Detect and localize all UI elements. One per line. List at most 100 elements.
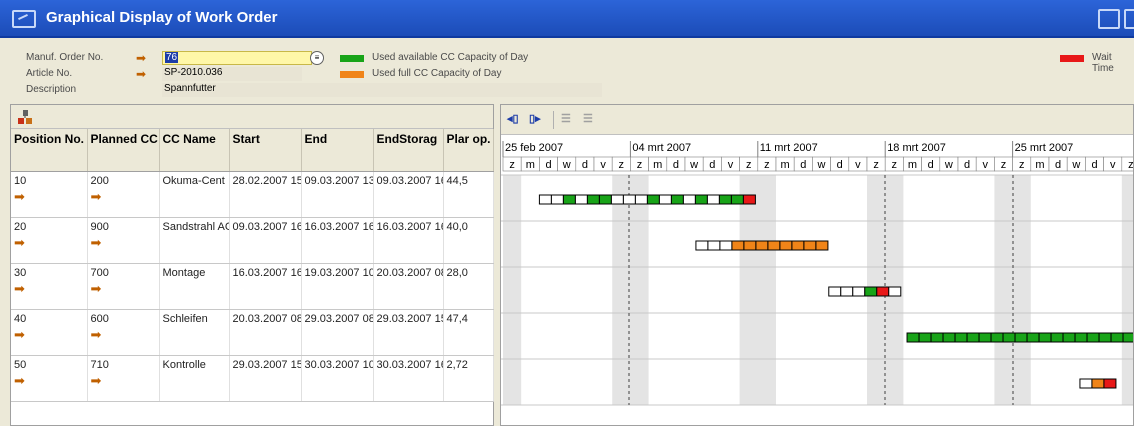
day-letter: z [509,159,514,171]
gantt-bar-segment [828,286,842,297]
zoom-in-icon[interactable]: ◂▯ [507,112,523,128]
arrow-icon[interactable]: ➡ [91,282,156,295]
gantt-bar-segment [906,332,920,343]
col-end[interactable]: End [301,129,374,172]
planned-cc-value: 600 [90,312,109,325]
endstorage-value: 16.03.2007 16:37 [373,217,444,264]
end-value: 09.03.2007 13:37 [301,171,374,218]
day-letter: d [964,159,970,171]
table-row[interactable]: 30 ➡ 700 ➡ Montage 16.03.2007 16:38 19.03.… [11,263,494,310]
planned-op-value: 28,0 [443,263,494,310]
day-letter: w [689,159,698,171]
day-letter: d [837,159,843,171]
gantt-bar-segment [634,194,648,205]
minimize-button[interactable] [1098,9,1120,29]
day-letter: d [545,159,551,171]
col-cc-name[interactable]: CC Name [159,129,230,172]
day-letter: m [653,159,662,171]
position-value: 50 [14,358,27,371]
col-planned-op[interactable]: Plar op. [443,129,494,172]
gantt-bar-segment [1026,332,1040,343]
table-row[interactable]: 40 ➡ 600 ➡ Schleifen 20.03.2007 08:56 29.0… [11,309,494,356]
gantt-bar-segment [574,194,588,205]
title-bar: Graphical Display of Work Order [0,0,1134,38]
arrow-icon[interactable]: ➡ [14,328,84,341]
gantt-bar-segment [755,240,769,251]
gantt-bar-segment [743,240,757,251]
day-letter: m [526,159,535,171]
col-start[interactable]: Start [229,129,302,172]
day-letter: w [562,159,571,171]
arrow-icon[interactable]: ➡ [14,374,84,387]
table-row[interactable]: 20➡ 900➡ Sandstrahl AG 09.03.2007 16:37 … [11,217,494,264]
arrow-icon[interactable]: ➡ [91,190,156,203]
table-row[interactable]: 10 ➡ 200 ➡ Okuma-Cent 28.02.2007 15:55 09.… [11,171,494,218]
gantt-bar-segment [1091,378,1105,389]
order-header: Manuf. Order No. ➡ 76 ≡ Used available C… [10,40,1134,100]
gantt-bar-segment [1074,332,1088,343]
start-value: 09.03.2007 16:37 [229,217,302,264]
day-letter: v [1110,159,1116,171]
gantt-bar-segment [1122,332,1133,343]
gantt-bar-segment [538,194,552,205]
position-value: 20 [14,220,27,233]
day-letter: z [1128,159,1133,171]
col-planned-cc[interactable]: Planned CC [87,129,160,172]
table-row[interactable]: 50 ➡ 710 ➡ Kontrolle 29.03.2007 15:48 30.0… [11,355,494,402]
end-value: 16.03.2007 16:37 [301,217,374,264]
arrow-icon[interactable]: ➡ [91,328,156,341]
planned-cc-value: 200 [90,174,109,187]
endstorage-value: 20.03.2007 08:55 [373,263,444,310]
gantt-bar-segment [942,332,956,343]
planned-op-value: 2,72 [443,355,494,402]
zoom-out-icon[interactable]: ▯▸ [529,112,545,128]
start-value: 28.02.2007 15:55 [229,171,302,218]
position-value: 30 [14,266,27,279]
day-letter: w [817,159,826,171]
arrow-icon: ➡ [136,51,147,65]
manuf-order-field[interactable]: 76 [162,51,312,65]
col-position[interactable]: Position No. [11,129,88,172]
endstorage-value: 30.03.2007 16:59 [373,355,444,402]
day-letter: d [582,159,588,171]
gantt-bar-segment [876,286,890,297]
hierarchy-icon[interactable] [17,109,33,125]
operations-panel: Position No. Planned CC CC Name Start En… [10,104,494,426]
start-value: 16.03.2007 16:38 [229,263,302,310]
day-letter: d [1091,159,1097,171]
gantt-bar-segment [888,286,902,297]
arrow-icon[interactable]: ➡ [14,190,84,203]
planned-cc-value: 700 [90,266,109,279]
gantt-bar-segment [682,194,696,205]
day-letter: z [892,159,898,171]
day-letter: z [1019,159,1024,171]
day-letter: z [764,159,770,171]
manuf-order-value: 76 [165,52,179,63]
planned-cc-value: 900 [90,220,109,233]
arrow-icon[interactable]: ➡ [14,236,84,249]
day-letter: d [1055,159,1061,171]
gantt-bar-segment [864,286,878,297]
day-letter: d [800,159,806,171]
arrow-icon[interactable]: ➡ [91,374,156,387]
legend-available-label: Used available CC Capacity of Day [372,52,529,63]
arrow-icon[interactable]: ➡ [91,236,156,249]
gantt-bar-segment [918,332,932,343]
arrow-icon[interactable]: ➡ [14,282,84,295]
gantt-bar-segment [966,332,980,343]
gantt-bar-segment [707,240,721,251]
gantt-bar-segment [562,194,576,205]
gantt-bar-segment [718,194,732,205]
cc-name-value: Okuma-Cent [159,171,230,218]
day-letter: m [908,159,917,171]
week-label: 18 mrt 2007 [887,142,946,154]
expand-icon[interactable]: ☰ [561,112,577,128]
legend-toggle-icon[interactable]: ≡ [310,51,324,65]
arrow-icon: ➡ [136,67,147,81]
start-value: 20.03.2007 08:56 [229,309,302,356]
legend-full-label: Used full CC Capacity of Day [372,68,502,79]
week-label: 25 mrt 2007 [1015,142,1074,154]
collapse-icon[interactable]: ☰ [583,112,599,128]
col-endstorage[interactable]: EndStorag [373,129,444,172]
maximize-button[interactable] [1124,9,1134,29]
